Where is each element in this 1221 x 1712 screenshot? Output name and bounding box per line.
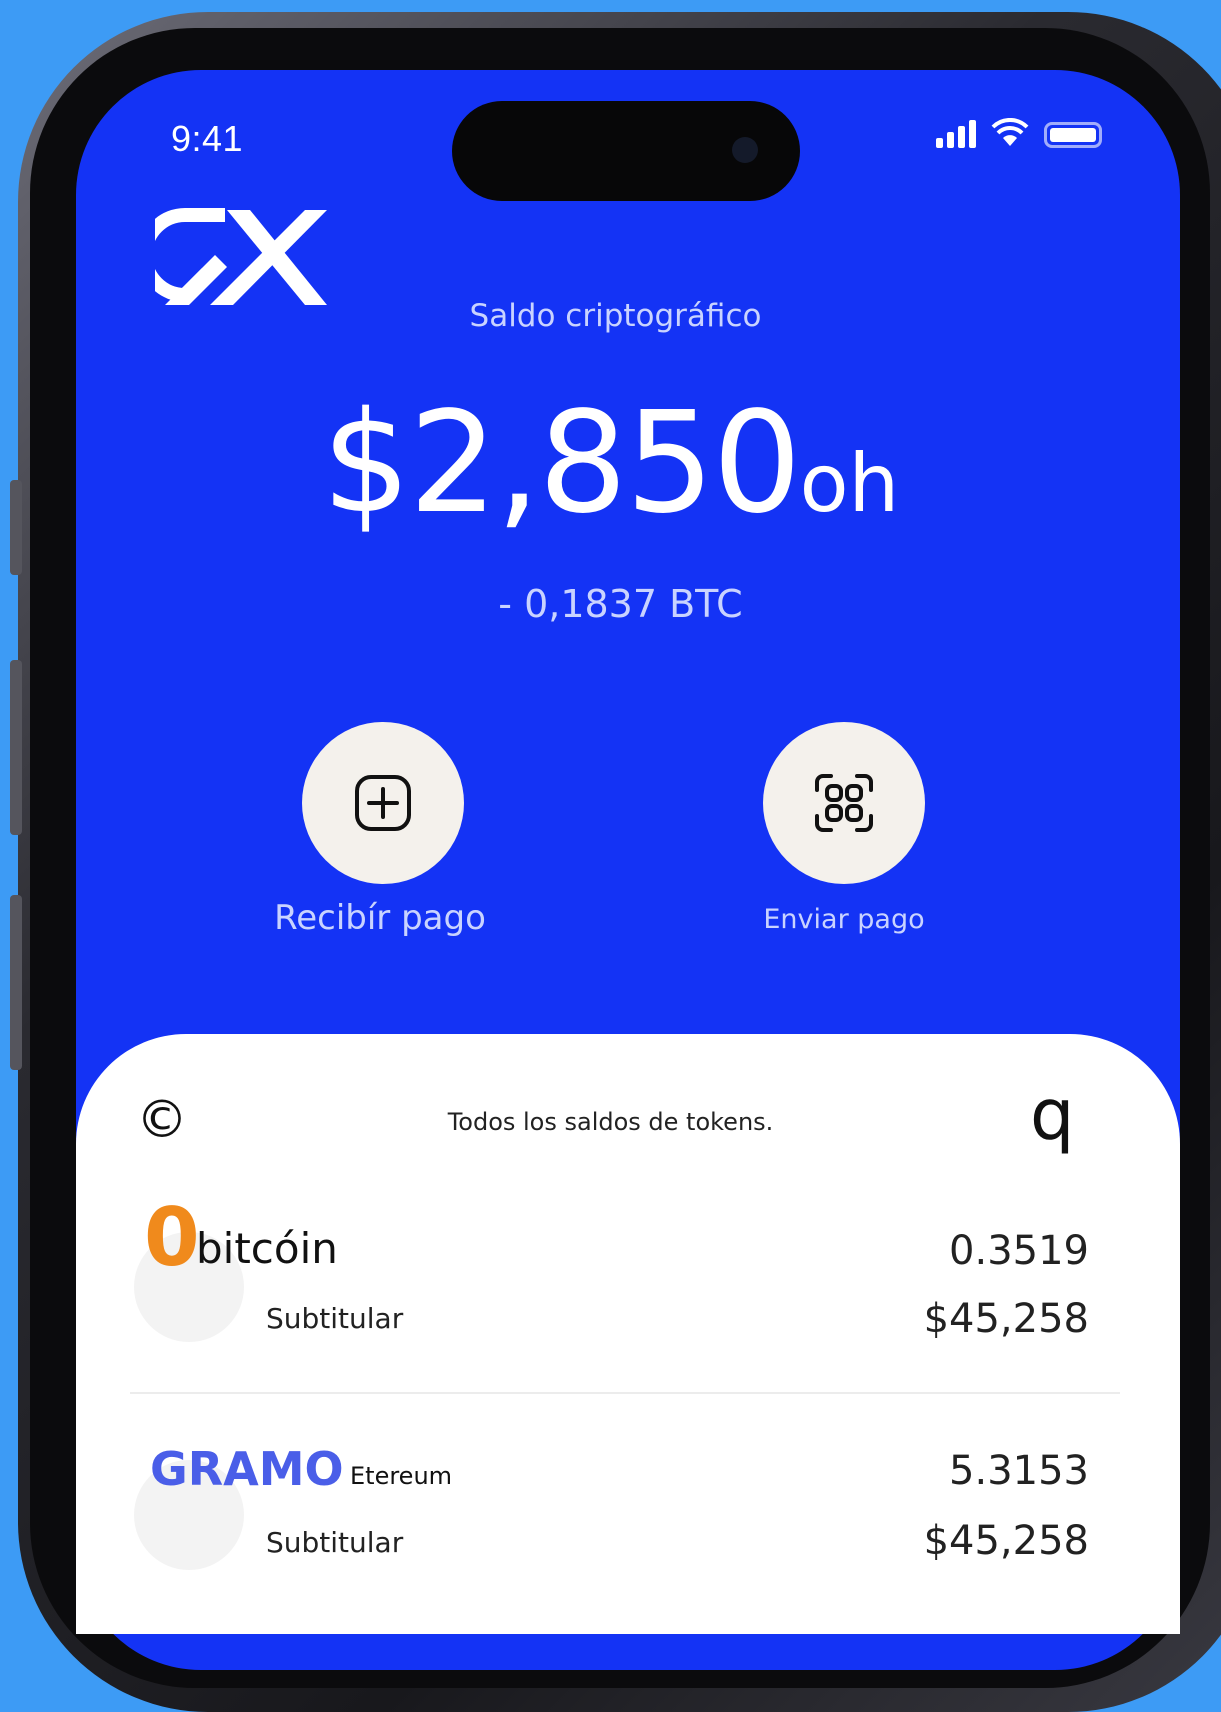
plus-square-icon — [355, 775, 411, 831]
receive-payment-label[interactable]: Recibír pago — [250, 898, 510, 938]
side-button-volume-up — [10, 660, 22, 835]
send-payment-label[interactable]: Enviar pago — [714, 904, 974, 935]
qr-scan-icon — [815, 774, 873, 832]
token-divider — [130, 1392, 1120, 1394]
side-button-volume-down — [10, 895, 22, 1070]
token-name: Etereum — [350, 1462, 453, 1490]
balance-suffix: oh — [799, 437, 900, 530]
signal-icon — [936, 118, 976, 148]
status-time: 9:41 — [171, 118, 244, 159]
balance-amount: $2,850oh — [0, 380, 1221, 548]
balance-label: Saldo criptográfico — [469, 298, 762, 334]
token-amount: 5.3153 — [949, 1448, 1089, 1494]
status-icons — [936, 118, 1102, 148]
search-icon[interactable]: q — [1030, 1080, 1074, 1150]
balance-btc: - 0,1837 BTC — [498, 582, 743, 626]
token-symbol: GRAMO — [150, 1442, 344, 1496]
balance-value: $2,850 — [321, 382, 802, 545]
token-symbol: 0 — [144, 1191, 200, 1284]
token-subtitle: Subtitular — [266, 1526, 404, 1559]
token-amount: 0.3519 — [949, 1228, 1089, 1274]
dynamic-island — [452, 101, 800, 201]
token-value: $45,258 — [923, 1296, 1089, 1342]
token-value: $45,258 — [923, 1518, 1089, 1564]
battery-icon — [1044, 122, 1102, 148]
receive-payment-button[interactable] — [302, 722, 464, 884]
wifi-icon — [991, 118, 1029, 146]
send-payment-button[interactable] — [763, 722, 925, 884]
token-name: bitcóin — [196, 1224, 338, 1273]
token-subtitle: Subtitular — [266, 1302, 404, 1335]
